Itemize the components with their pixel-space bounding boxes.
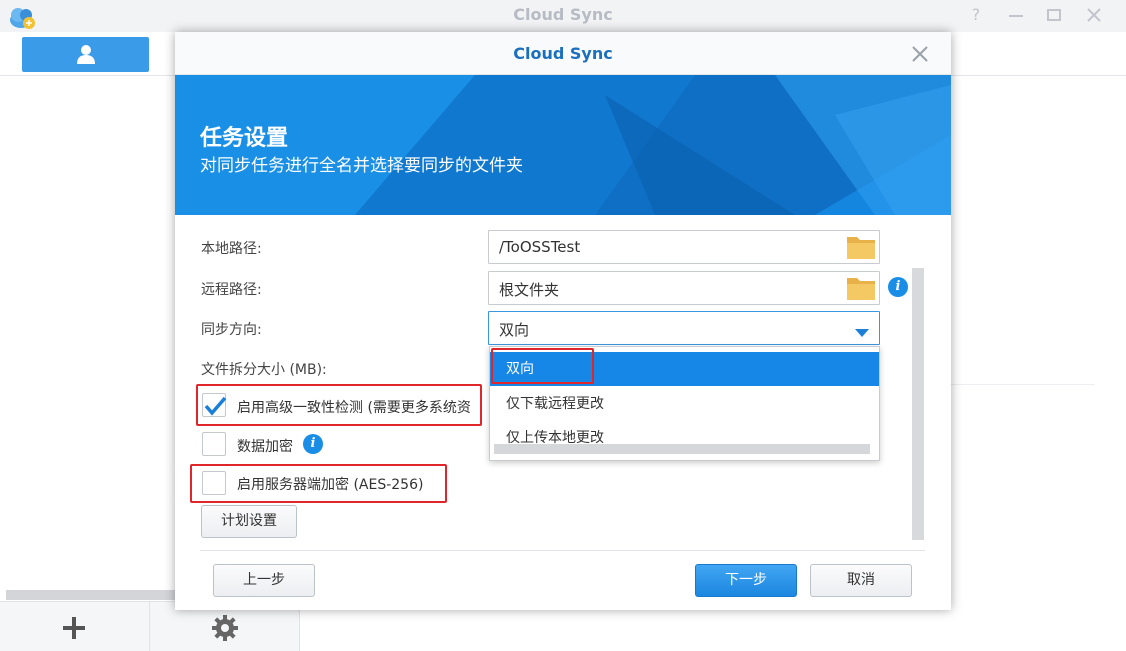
plus-icon[interactable] — [60, 614, 88, 642]
dialog-banner — [175, 75, 951, 215]
next-button[interactable]: 下一步 — [695, 564, 797, 597]
folder-icon[interactable] — [846, 234, 876, 260]
chevron-down-icon[interactable] — [855, 323, 869, 337]
dropdown-option-download-only[interactable]: 仅下载远程更改 — [490, 387, 879, 421]
data-encryption-checkbox[interactable] — [202, 432, 226, 456]
data-encryption-label: 数据加密 — [237, 439, 293, 455]
banner-subtitle: 对同步任务进行全名并选择要同步的文件夹 — [200, 156, 523, 176]
tab-user[interactable] — [22, 37, 149, 72]
minimize-icon[interactable] — [1006, 6, 1026, 24]
task-list-scrollbar[interactable] — [6, 590, 176, 600]
toolbar-separator — [149, 602, 150, 651]
schedule-button[interactable]: 计划设置 — [201, 505, 297, 538]
help-icon[interactable]: ? — [966, 6, 986, 24]
server-encryption-label: 启用服务器端加密 (AES-256) — [237, 477, 424, 493]
remote-path-label: 远程路径: — [201, 282, 262, 298]
divider — [950, 384, 1095, 385]
sync-direction-label: 同步方向: — [201, 322, 262, 338]
sync-direction-select[interactable] — [488, 311, 880, 345]
close-window-icon[interactable] — [1084, 6, 1104, 24]
local-path-label: 本地路径: — [201, 241, 262, 257]
local-path-value: /ToOSSTest — [499, 238, 581, 256]
checkmark-icon — [204, 396, 227, 416]
highlight-frame — [491, 348, 594, 384]
cancel-button[interactable]: 取消 — [810, 564, 912, 597]
task-list-panel — [0, 76, 175, 591]
advanced-check-label: 启用高级一致性检测 (需要更多系统资 — [237, 400, 471, 416]
dropdown-scrollbar[interactable] — [494, 444, 870, 454]
banner-title: 任务设置 — [200, 126, 289, 151]
maximize-icon[interactable] — [1044, 6, 1064, 24]
previous-button[interactable]: 上一步 — [213, 564, 315, 597]
advanced-check-checkbox[interactable] — [202, 393, 227, 417]
split-size-label: 文件拆分大小 (MB): — [201, 362, 327, 378]
dialog-scrollbar[interactable] — [912, 268, 924, 540]
info-icon[interactable]: i — [888, 277, 908, 297]
footer-divider — [200, 550, 925, 551]
dialog-close-icon[interactable] — [906, 40, 934, 68]
folder-icon[interactable] — [846, 275, 876, 301]
info-icon[interactable]: i — [303, 434, 323, 454]
user-icon — [77, 45, 95, 64]
gear-icon[interactable] — [211, 614, 239, 642]
remote-path-value: 根文件夹 — [499, 281, 560, 299]
sync-direction-value: 双向 — [499, 321, 530, 339]
app-title: Cloud Sync — [513, 5, 613, 24]
server-encryption-checkbox[interactable] — [202, 471, 226, 495]
dialog-title: Cloud Sync — [513, 44, 613, 63]
